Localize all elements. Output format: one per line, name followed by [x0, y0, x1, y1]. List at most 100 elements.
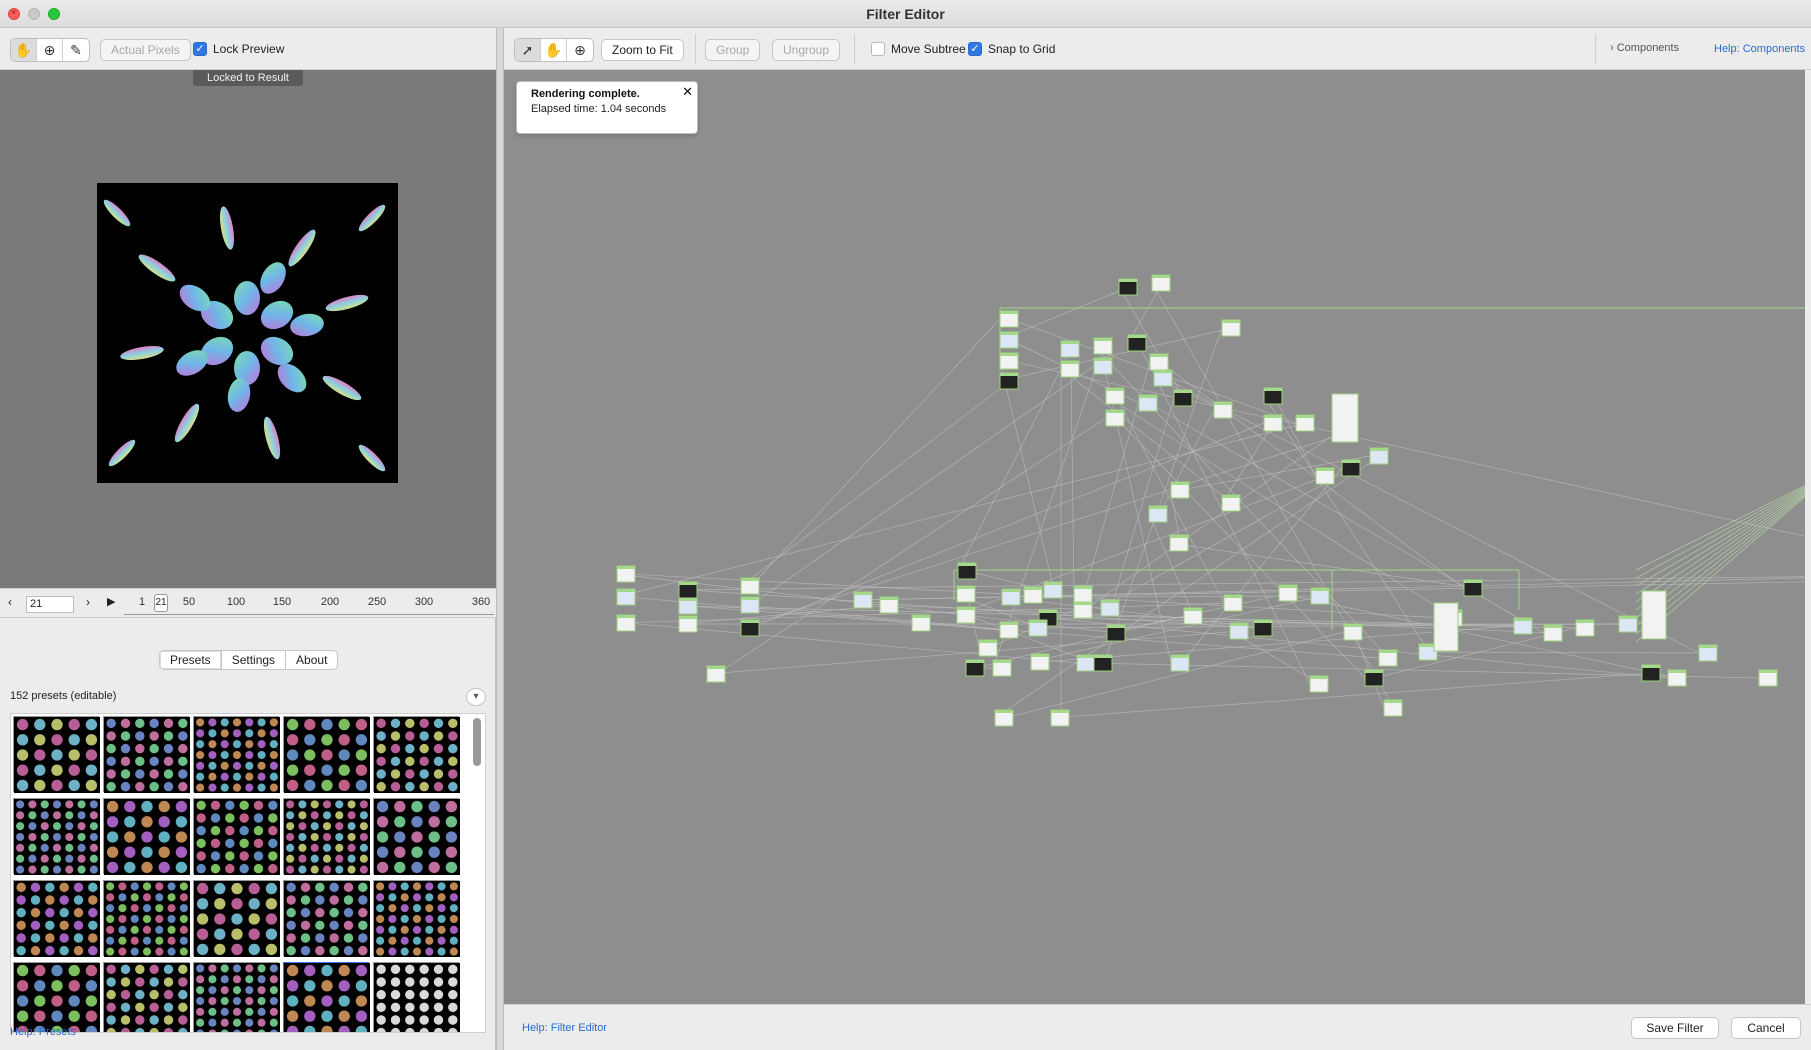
graph-node[interactable]: [999, 352, 1019, 370]
preset-thumbnail[interactable]: [13, 880, 100, 957]
graph-node[interactable]: [1106, 624, 1126, 642]
play-button[interactable]: ▶: [107, 595, 115, 608]
graph-node[interactable]: [740, 577, 760, 595]
graph-node[interactable]: [1641, 664, 1661, 682]
lock-preview-checkbox[interactable]: ✓ Lock Preview: [193, 42, 284, 56]
graph-node[interactable]: [1148, 505, 1168, 523]
help-presets-link[interactable]: Help: Presets: [10, 1026, 76, 1038]
preset-thumbnail[interactable]: [103, 798, 190, 875]
graph-node[interactable]: [1433, 602, 1459, 652]
help-components-link[interactable]: Help: Components: [1714, 43, 1805, 55]
save-filter-button[interactable]: Save Filter: [1631, 1017, 1719, 1039]
preset-thumbnail[interactable]: [373, 880, 460, 957]
preview-canvas[interactable]: Locked to Result: [0, 70, 496, 588]
move-subtree-checkbox[interactable]: Move Subtree: [871, 42, 966, 56]
graph-node[interactable]: [1093, 654, 1113, 672]
help-filter-editor-link[interactable]: Help: Filter Editor: [522, 1022, 607, 1034]
graph-node[interactable]: [879, 596, 899, 614]
cancel-button[interactable]: Cancel: [1731, 1017, 1801, 1039]
graph-node[interactable]: [1076, 654, 1096, 672]
graph-node[interactable]: [994, 709, 1014, 727]
graph-node[interactable]: [1169, 534, 1189, 552]
graph-node[interactable]: [1127, 334, 1147, 352]
preset-thumbnail[interactable]: [103, 962, 190, 1032]
graph-node[interactable]: [1575, 619, 1595, 637]
graph-node[interactable]: [678, 615, 698, 633]
presets-menu-button[interactable]: ▾: [466, 688, 486, 706]
graph-node[interactable]: [1105, 387, 1125, 405]
tab-about[interactable]: About: [286, 651, 337, 669]
presets-scrollbar[interactable]: [473, 718, 481, 766]
tab-presets[interactable]: Presets: [160, 651, 222, 669]
graph-node[interactable]: [706, 665, 726, 683]
graph-node[interactable]: [1149, 353, 1169, 371]
graph-node[interactable]: [999, 621, 1019, 639]
preset-thumbnail[interactable]: [373, 962, 460, 1032]
graph-node[interactable]: [1513, 617, 1533, 635]
graph-node[interactable]: [1073, 601, 1093, 619]
graph-node[interactable]: [678, 597, 698, 615]
graph-node[interactable]: [1369, 447, 1389, 465]
graph-node[interactable]: [1378, 649, 1398, 667]
graph-node[interactable]: [1698, 644, 1718, 662]
graph-node[interactable]: [740, 619, 760, 637]
graph-node[interactable]: [911, 614, 931, 632]
graph-node[interactable]: [1073, 585, 1093, 603]
ungroup-button[interactable]: Ungroup: [772, 39, 841, 61]
graph-node[interactable]: [1093, 337, 1113, 355]
graph-node[interactable]: [1183, 607, 1203, 625]
graph-node[interactable]: [1093, 357, 1113, 375]
close-popup-button[interactable]: ✕: [682, 84, 693, 100]
preset-thumbnail[interactable]: [193, 962, 280, 1032]
preset-thumbnail[interactable]: [283, 880, 370, 957]
graph-node[interactable]: [999, 310, 1019, 328]
graph-node[interactable]: [1118, 278, 1138, 296]
graph-node[interactable]: [1170, 654, 1190, 672]
graph-node[interactable]: [1667, 669, 1687, 687]
graph-node[interactable]: [1383, 699, 1403, 717]
node-graph-canvas[interactable]: Rendering complete. Elapsed time: 1.04 s…: [504, 70, 1811, 1004]
graph-node[interactable]: [1100, 599, 1120, 617]
graph-node[interactable]: [1221, 494, 1241, 512]
graph-node[interactable]: [1543, 624, 1563, 642]
graph-node[interactable]: [978, 639, 998, 657]
graph-node[interactable]: [1151, 274, 1171, 292]
preset-thumbnail[interactable]: [283, 716, 370, 793]
select-tool-button[interactable]: ➚: [515, 39, 541, 61]
preset-thumbnail[interactable]: [373, 716, 460, 793]
graph-node[interactable]: [1315, 467, 1335, 485]
graph-node[interactable]: [1138, 394, 1158, 412]
graph-node[interactable]: [1213, 401, 1233, 419]
preset-thumbnail[interactable]: [103, 880, 190, 957]
preset-thumbnail[interactable]: [193, 798, 280, 875]
graph-node[interactable]: [956, 606, 976, 624]
graph-node[interactable]: [616, 565, 636, 583]
graph-node[interactable]: [1221, 319, 1241, 337]
graph-node[interactable]: [1030, 653, 1050, 671]
preset-thumbnail[interactable]: [13, 716, 100, 793]
graph-node[interactable]: [1043, 581, 1063, 599]
graph-node[interactable]: [1028, 619, 1048, 637]
graph-node[interactable]: [1341, 459, 1361, 477]
preset-thumbnail[interactable]: [283, 962, 370, 1032]
graph-node[interactable]: [1060, 340, 1080, 358]
graph-node[interactable]: [1618, 615, 1638, 633]
preset-thumbnail[interactable]: [13, 962, 100, 1032]
graph-node[interactable]: [1310, 587, 1330, 605]
graph-node[interactable]: [853, 591, 873, 609]
graph-node[interactable]: [1105, 409, 1125, 427]
actual-pixels-button[interactable]: Actual Pixels: [100, 39, 191, 61]
zoom-to-fit-button[interactable]: Zoom to Fit: [601, 39, 684, 61]
preset-thumbnail[interactable]: [193, 880, 280, 957]
eyedropper-tool-button[interactable]: ✎: [63, 39, 89, 61]
hand-tool-button[interactable]: ✋: [11, 39, 37, 61]
graph-node[interactable]: [1309, 675, 1329, 693]
graph-node[interactable]: [1263, 414, 1283, 432]
graph-node[interactable]: [616, 614, 636, 632]
graph-node[interactable]: [965, 659, 985, 677]
preset-thumbnail[interactable]: [283, 798, 370, 875]
graph-node[interactable]: [1331, 393, 1359, 443]
graph-node[interactable]: [992, 659, 1012, 677]
graph-node[interactable]: [1050, 709, 1070, 727]
graph-node[interactable]: [1023, 586, 1043, 604]
